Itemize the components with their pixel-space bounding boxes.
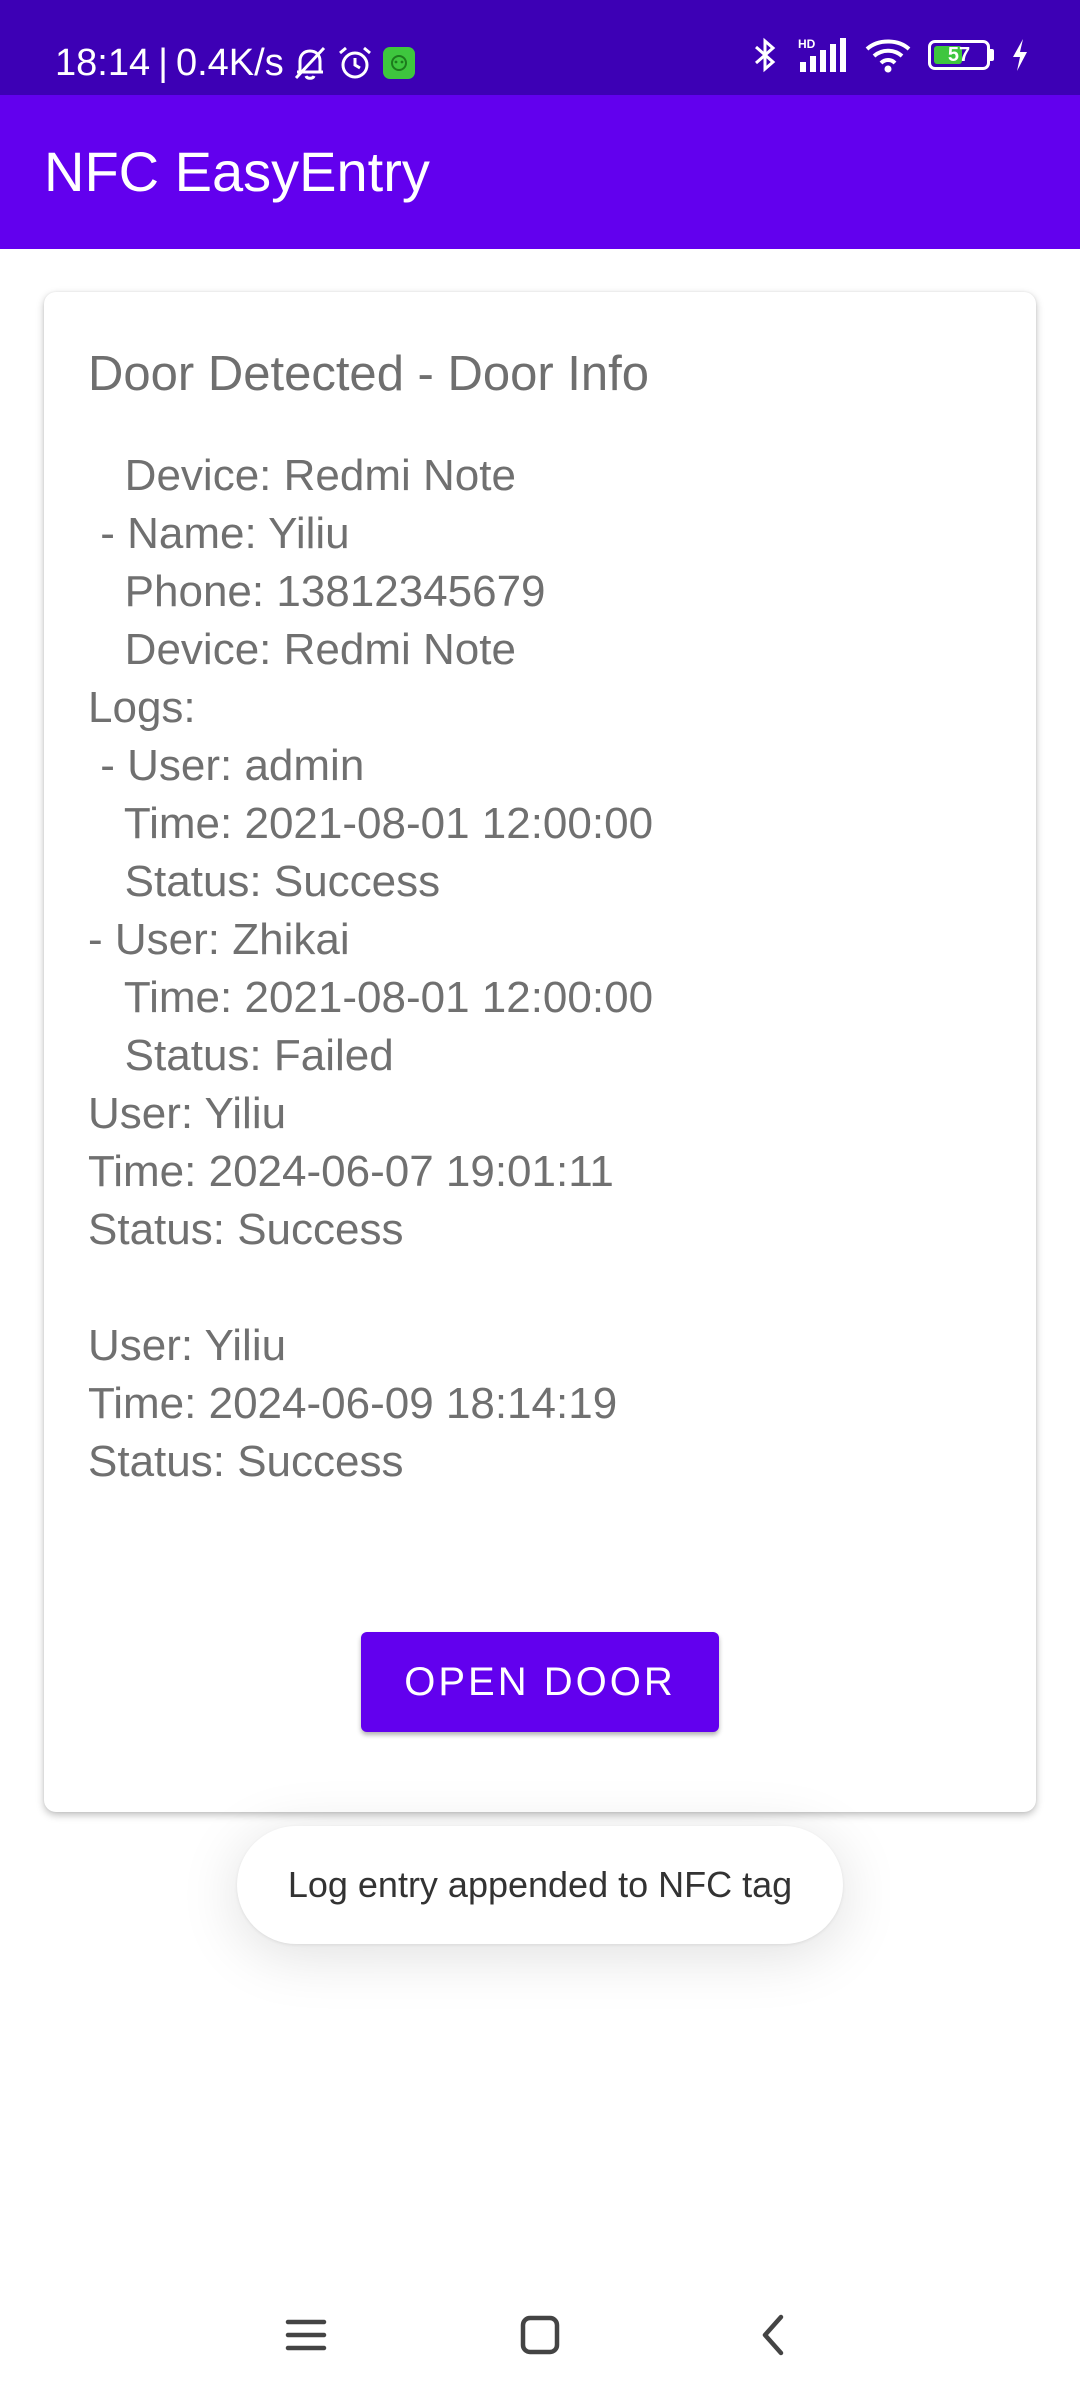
info-line: Status: Success <box>88 857 441 906</box>
home-square-icon[interactable] <box>505 2300 575 2370</box>
card-title: Door Detected - Door Info <box>88 347 650 401</box>
info-line: Time: 2024-06-07 19:01:11 <box>88 1147 614 1196</box>
info-line: User: Yiliu <box>88 1321 287 1370</box>
hd-signal-icon: HD <box>796 36 848 74</box>
battery-level: 57 <box>947 44 971 66</box>
app-bar: NFC EasyEntry <box>0 95 1080 249</box>
menu-icon[interactable] <box>271 2300 341 2370</box>
status-bar: 18:14 | 0.4K/s HD 57 <box>0 0 1080 95</box>
door-info-card: Door Detected - Door Info Device: Redmi … <box>44 292 1036 1812</box>
info-line: Phone: 13812345679 <box>88 567 546 616</box>
toast-message: Log entry appended to NFC tag <box>237 1826 843 1944</box>
bell-off-icon <box>292 44 328 82</box>
status-right: HD 57 <box>750 36 1030 74</box>
door-info-text: Device: Redmi Note - Name: Yiliu Phone: … <box>88 447 653 1491</box>
info-line: Time: 2024-06-09 18:14:19 <box>88 1379 618 1428</box>
charging-icon <box>1010 36 1030 74</box>
status-time: 18:14 <box>55 42 151 84</box>
status-left: 18:14 | 0.4K/s <box>55 38 416 88</box>
bluetooth-icon <box>750 36 780 74</box>
app-title: NFC EasyEntry <box>44 140 430 203</box>
info-line: User: Yiliu <box>88 1089 287 1138</box>
svg-text:HD: HD <box>798 37 816 51</box>
info-line: Status: Success <box>88 1437 404 1486</box>
info-line: - User: Zhikai <box>88 915 350 964</box>
battery-cap <box>990 49 994 61</box>
android-app-icon <box>382 46 416 80</box>
network-speed: 0.4K/s <box>175 42 284 84</box>
battery-body: 57 <box>928 40 990 70</box>
open-door-button[interactable]: OPEN DOOR <box>361 1632 719 1732</box>
info-line: Logs: <box>88 683 196 732</box>
navigation-bar <box>0 2290 1080 2380</box>
status-separator: | <box>158 42 168 84</box>
info-line: Status: Success <box>88 1205 404 1254</box>
info-line: Status: Failed <box>88 1031 394 1080</box>
battery-icon: 57 <box>928 40 994 70</box>
info-line: Device: Redmi Note <box>88 625 516 674</box>
alarm-icon <box>336 44 374 82</box>
info-line: Time: 2021-08-01 12:00:00 <box>88 799 654 848</box>
wifi-icon <box>864 36 912 74</box>
back-chevron-icon[interactable] <box>738 2300 808 2370</box>
info-line: - Name: Yiliu <box>88 509 350 558</box>
info-line: Device: Redmi Note <box>88 451 516 500</box>
info-line <box>88 1259 653 1317</box>
info-line: Time: 2021-08-01 12:00:00 <box>88 973 654 1022</box>
info-line: - User: admin <box>88 741 365 790</box>
